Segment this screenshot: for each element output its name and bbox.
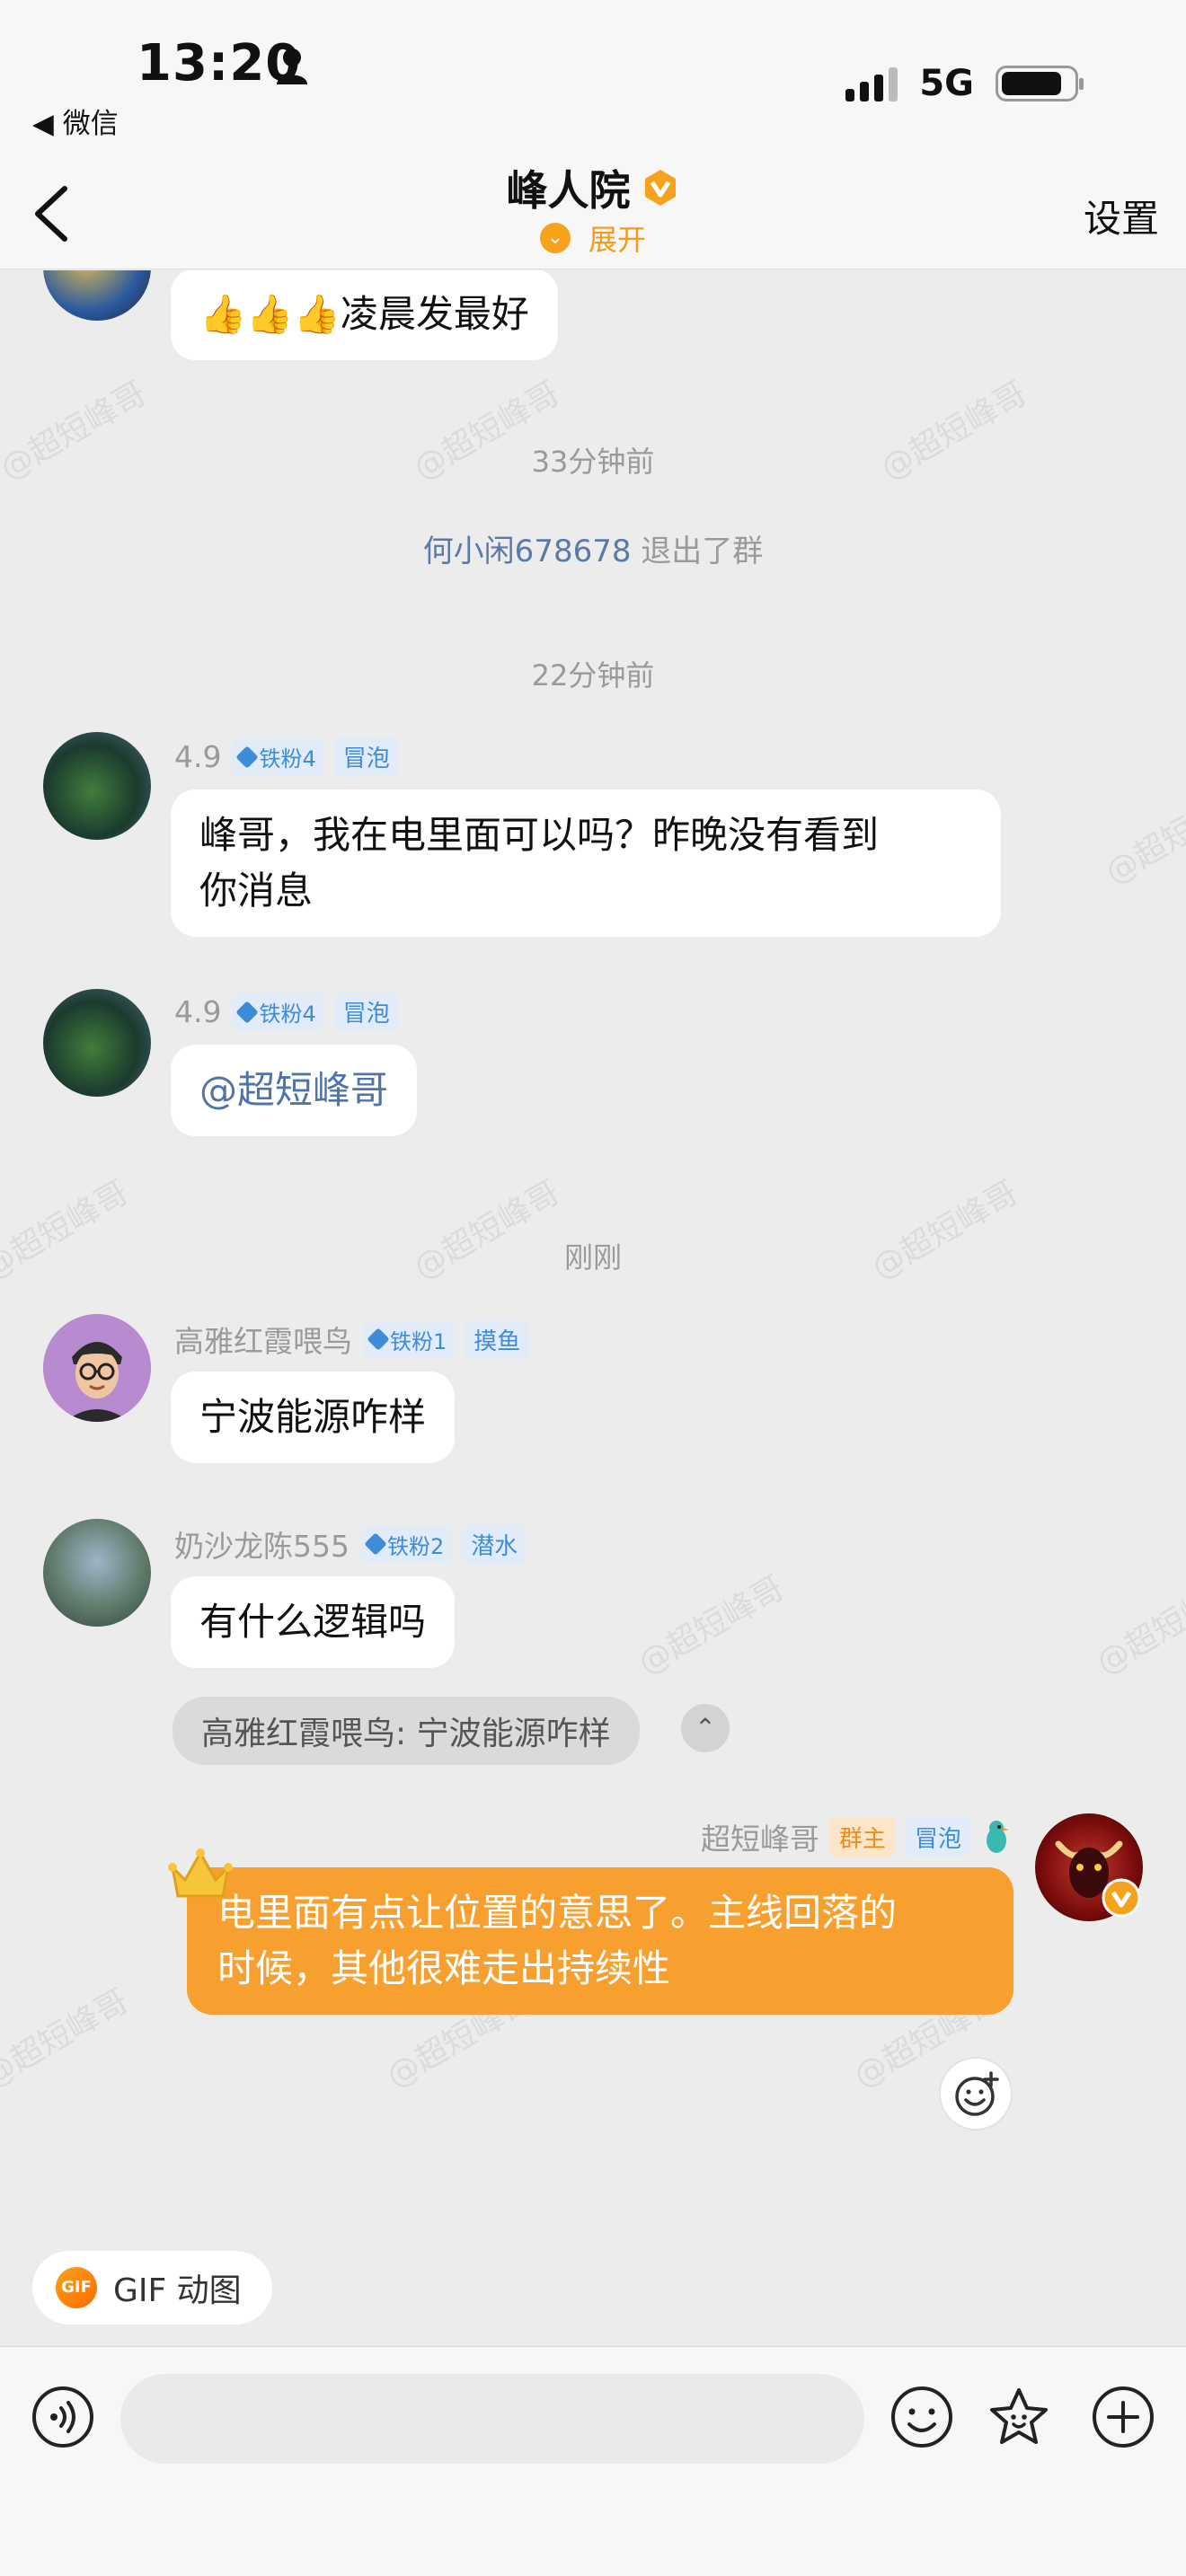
fan-level-badge: 铁粉2 (360, 1525, 452, 1563)
activity-badge: 冒泡 (333, 992, 399, 1031)
chevron-down-icon: ⌄ (539, 223, 571, 253)
quoted-message[interactable]: 高雅红霞喂鸟: 宁波能源咋样 (173, 1697, 640, 1765)
gif-label: GIF 动图 (113, 2272, 242, 2309)
fan-level-badge: 铁粉4 (232, 993, 323, 1030)
message-line: 时候，其他很难走出持续性 (217, 1946, 671, 1990)
sender-name[interactable]: 奶沙龙陈555 (174, 1522, 350, 1566)
emoji-icon[interactable] (890, 2385, 954, 2449)
message-bubble[interactable]: 👍👍👍凌晨发最好 (171, 270, 558, 360)
time-separator: 刚刚 (563, 1240, 622, 1275)
message-line: 峰哥，我在电里面可以吗？昨晚没有看到 (199, 813, 880, 857)
signal-icon (845, 66, 898, 101)
verified-badge-icon (644, 170, 676, 206)
watermark: @超短峰哥 (0, 1982, 135, 2095)
system-notice-action: 退出了群 (631, 534, 764, 569)
fan-level-badge: 铁粉4 (232, 738, 323, 775)
collapse-quote-button[interactable]: ⌃ (681, 1704, 730, 1752)
sender-name[interactable]: 超短峰哥 (701, 1815, 819, 1858)
input-bar (0, 2346, 1186, 2576)
avatar[interactable] (43, 989, 151, 1097)
chat-screen: 13:20 ◀ 微信 5G 峰人院 ⌄ 展开 设置 @超短峰哥 @超短峰哥 @超… (0, 0, 1186, 2576)
sender-meta: 奶沙龙陈555 铁粉2 潜水 (174, 1522, 527, 1566)
sender-meta: 4.9 铁粉4 冒泡 (174, 992, 399, 1031)
system-notice-user[interactable]: 何小闲678678 (423, 534, 632, 569)
time-separator: 22分钟前 (531, 658, 655, 693)
avatar[interactable] (43, 1519, 151, 1627)
add-reaction-button[interactable] (939, 2057, 1013, 2130)
group-title: 峰人院 (506, 166, 631, 215)
diamond-icon (235, 745, 260, 769)
sender-meta: 高雅红霞喂鸟 铁粉1 摸鱼 (174, 1318, 530, 1361)
nav-bar: 峰人院 ⌄ 展开 设置 (0, 153, 1186, 269)
message-bubble[interactable]: 宁波能源咋样 (171, 1372, 456, 1463)
message-bubble[interactable]: 峰哥，我在电里面可以吗？昨晚没有看到 你消息 (171, 790, 1001, 937)
person-icon (277, 49, 307, 84)
sender-name[interactable]: 高雅红霞喂鸟 (174, 1318, 352, 1361)
activity-badge: 摸鱼 (465, 1319, 530, 1359)
diamond-icon (367, 1328, 390, 1351)
sender-meta: 4.9 铁粉4 冒泡 (174, 737, 399, 776)
watermark: @超短峰哥 (1090, 1569, 1186, 1682)
time-separator: 33分钟前 (531, 445, 655, 479)
settings-button[interactable]: 设置 (1084, 189, 1159, 243)
crown-icon (168, 1848, 233, 1898)
message-input[interactable] (120, 2374, 864, 2464)
smiley-plus-icon (955, 2071, 999, 2116)
status-bar: 13:20 ◀ 微信 5G (0, 0, 1186, 153)
watermark: @超短峰哥 (632, 1569, 791, 1682)
activity-badge: 冒泡 (905, 1817, 970, 1857)
battery-icon (996, 66, 1084, 101)
message-list[interactable]: @超短峰哥 @超短峰哥 @超短峰哥 @超短峰哥 @超短峰哥 @超短峰哥 @超短峰… (0, 270, 1186, 2345)
sender-name[interactable]: 4.9 (174, 739, 221, 774)
network-type: 5G (919, 63, 974, 104)
expand-label: 展开 (588, 223, 646, 257)
message-bubble[interactable]: 有什么逻辑吗 (171, 1576, 456, 1668)
sender-name[interactable]: 4.9 (174, 994, 221, 1029)
message-line: 电里面有点让位置的意思了。主线回落的 (217, 1891, 898, 1935)
avatar[interactable] (43, 1314, 151, 1422)
gif-suggestion-button[interactable]: GIF GIF 动图 (32, 2251, 272, 2325)
gif-icon: GIF (56, 2267, 97, 2308)
avatar[interactable] (43, 732, 151, 840)
activity-badge: 冒泡 (333, 737, 399, 776)
bird-icon (987, 1821, 1009, 1853)
nav-title-row: 峰人院 (0, 158, 1186, 217)
plus-icon[interactable] (1091, 2385, 1155, 2449)
diamond-icon (235, 1000, 260, 1024)
status-right: 5G (845, 63, 1084, 104)
watermark: @超短峰哥 (1099, 779, 1186, 892)
avatar[interactable] (43, 270, 151, 321)
own-message-bubble[interactable]: 电里面有点让位置的意思了。主线回落的 时候，其他很难走出持续性 (187, 1867, 1013, 2015)
message-line: 你消息 (199, 869, 314, 913)
back-to-wechat-link[interactable]: ◀ 微信 (32, 101, 119, 141)
owner-badge: 群主 (829, 1817, 895, 1857)
system-notice: 何小闲678678 退出了群 (0, 526, 1186, 570)
verified-badge-icon (1102, 1878, 1141, 1918)
fan-level-badge: 铁粉1 (363, 1320, 455, 1358)
activity-badge: 潜水 (462, 1524, 527, 1564)
expand-button[interactable]: ⌄ 展开 (0, 217, 1186, 259)
sticker-icon[interactable] (987, 2385, 1051, 2449)
mention-bubble[interactable]: @超短峰哥 (171, 1045, 418, 1136)
diamond-icon (364, 1532, 387, 1556)
voice-icon[interactable] (31, 2385, 95, 2449)
sender-meta: 超短峰哥 群主 冒泡 (701, 1815, 1012, 1858)
avatar-illustration (43, 1314, 151, 1422)
